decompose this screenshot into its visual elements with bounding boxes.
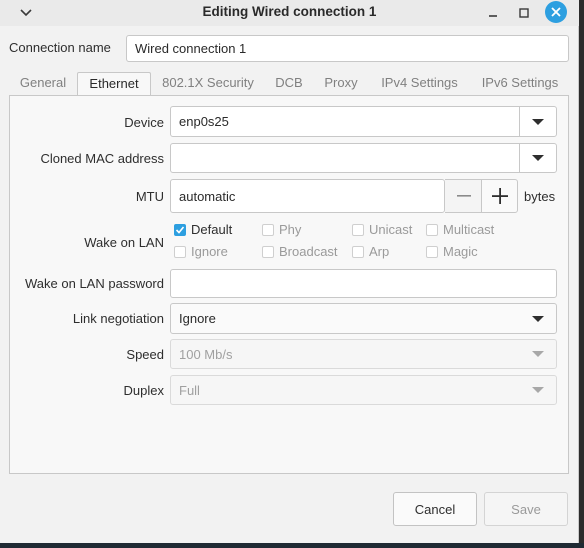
checkbox-icon xyxy=(426,223,438,236)
tab-proxy[interactable]: Proxy xyxy=(316,72,366,96)
save-button[interactable]: Save xyxy=(484,492,568,526)
wol-magic-label: Magic xyxy=(443,244,478,259)
device-combo[interactable]: enp0s25 xyxy=(170,106,557,137)
wol-arp-label: Arp xyxy=(369,244,390,259)
checkbox-icon xyxy=(262,223,274,236)
mtu-label: MTU xyxy=(135,189,164,204)
wake-on-lan-label: Wake on LAN xyxy=(84,235,164,250)
minus-icon xyxy=(456,195,471,197)
link-negotiation-combo[interactable]: Ignore xyxy=(170,303,557,334)
wol-ignore-checkbox[interactable]: Ignore xyxy=(174,244,228,259)
dropdown-arrow-icon[interactable] xyxy=(520,304,556,333)
close-button[interactable] xyxy=(545,1,567,23)
mtu-decrement-button[interactable] xyxy=(445,179,482,213)
duplex-combo[interactable]: Full xyxy=(170,375,557,405)
close-icon xyxy=(551,7,561,17)
tab-ipv4-settings[interactable]: IPv4 Settings xyxy=(372,72,467,96)
link-negotiation-value: Ignore xyxy=(179,311,216,326)
connection-name-input[interactable]: Wired connection 1 xyxy=(126,35,569,62)
wol-multicast-label: Multicast xyxy=(443,222,495,237)
dialog-window: Editing Wired connection 1 Connection na… xyxy=(0,0,579,543)
desktop-background xyxy=(0,543,584,548)
device-value: enp0s25 xyxy=(179,114,229,129)
tab-general[interactable]: General xyxy=(10,72,76,96)
link-negotiation-label: Link negotiation xyxy=(72,311,164,326)
wol-phy-checkbox[interactable]: Phy xyxy=(262,222,301,237)
wol-unicast-label: Unicast xyxy=(369,222,413,237)
wol-magic-checkbox[interactable]: Magic xyxy=(426,244,478,259)
wol-broadcast-checkbox[interactable]: Broadcast xyxy=(262,244,338,259)
mtu-input[interactable]: automatic xyxy=(170,179,445,213)
cancel-button[interactable]: Cancel xyxy=(393,492,477,526)
tab-ipv6-settings[interactable]: IPv6 Settings xyxy=(472,72,568,96)
dropdown-arrow-icon[interactable] xyxy=(520,144,556,172)
speed-combo[interactable]: 100 Mb/s xyxy=(170,339,557,369)
dropdown-arrow-icon xyxy=(520,376,556,404)
checkbox-icon xyxy=(426,245,438,258)
checkbox-icon xyxy=(352,223,364,236)
wol-unicast-checkbox[interactable]: Unicast xyxy=(352,222,412,237)
duplex-value: Full xyxy=(179,382,200,398)
mtu-unit-label: bytes xyxy=(524,189,556,204)
device-label: Device xyxy=(124,115,164,130)
speed-label: Speed xyxy=(126,347,164,362)
speed-value: 100 Mb/s xyxy=(179,346,233,362)
wol-default-label: Default xyxy=(191,222,233,237)
wol-ignore-label: Ignore xyxy=(191,244,228,259)
cloned-mac-label: Cloned MAC address xyxy=(40,151,164,166)
plus-icon xyxy=(491,188,508,204)
wol-arp-checkbox[interactable]: Arp xyxy=(352,244,389,259)
checkbox-checked-icon xyxy=(174,223,186,236)
maximize-icon[interactable] xyxy=(513,2,535,24)
wol-password-input[interactable] xyxy=(170,269,557,298)
tab-dcb[interactable]: DCB xyxy=(268,72,310,96)
tab-ethernet[interactable]: Ethernet xyxy=(77,72,151,96)
wol-password-label: Wake on LAN password xyxy=(25,276,164,291)
tab-8021x-security[interactable]: 802.1X Security xyxy=(153,72,263,96)
duplex-label: Duplex xyxy=(123,383,164,398)
wol-multicast-checkbox[interactable]: Multicast xyxy=(426,222,494,237)
wol-broadcast-label: Broadcast xyxy=(279,244,338,259)
wol-default-checkbox[interactable]: Default xyxy=(174,222,232,237)
dropdown-arrow-icon[interactable] xyxy=(520,107,556,136)
cloned-mac-combo[interactable] xyxy=(170,143,557,173)
checkbox-icon xyxy=(174,245,186,258)
wol-phy-label: Phy xyxy=(279,222,302,237)
title-bar: Editing Wired connection 1 xyxy=(0,0,579,26)
mtu-increment-button[interactable] xyxy=(481,179,518,213)
dropdown-arrow-icon xyxy=(520,340,556,368)
checkbox-icon xyxy=(262,245,274,258)
connection-name-label: Connection name xyxy=(9,40,111,55)
checkbox-icon xyxy=(352,245,364,258)
minimize-icon[interactable] xyxy=(482,2,504,24)
